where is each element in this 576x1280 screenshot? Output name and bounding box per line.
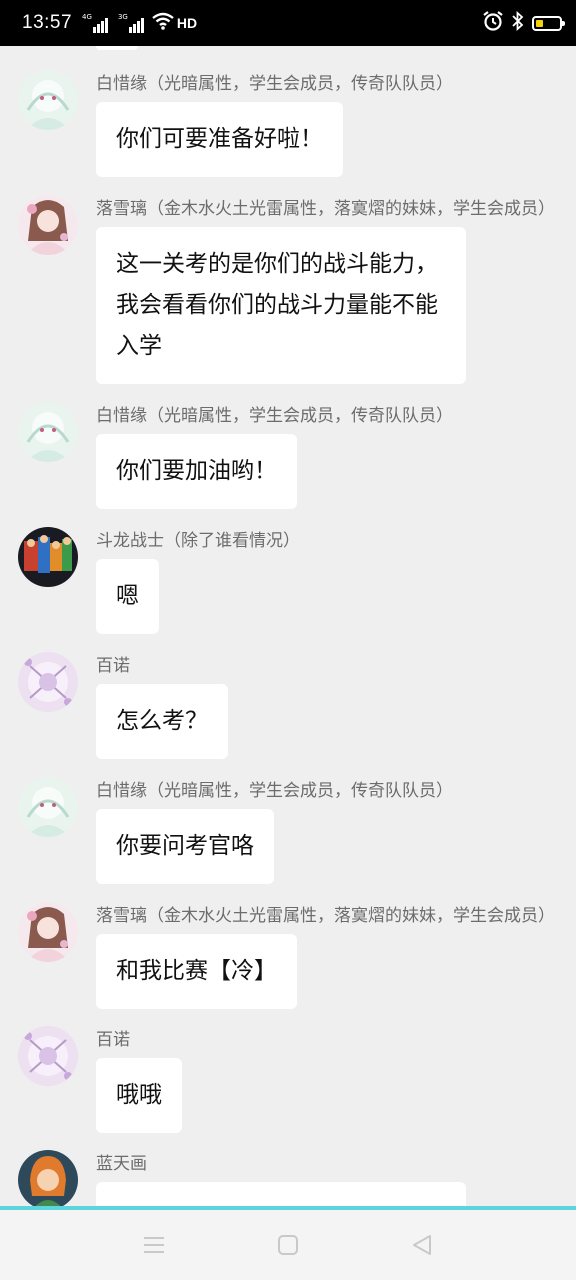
- message-bubble[interactable]: 你们要加油哟！: [96, 434, 297, 509]
- home-icon[interactable]: [275, 1232, 301, 1258]
- sender-name: 白惜缘（光暗属性，学生会成员，传奇队队员）: [96, 74, 453, 94]
- menu-icon[interactable]: [141, 1232, 167, 1258]
- girl-avatar-brown-hair[interactable]: [18, 195, 78, 255]
- girl-avatar-white[interactable]: [18, 70, 78, 130]
- girl-avatar-white[interactable]: [18, 777, 78, 837]
- status-bar: 13:57 4G 3G HD: [0, 0, 576, 46]
- chat-message-list[interactable]: 白惜缘（光暗属性，学生会成员，传奇队队员） 你们可要准备好啦！ 落雪璃（金木水火…: [0, 46, 576, 1206]
- sender-name: 百诺: [96, 656, 130, 676]
- message-bubble[interactable]: 哦哦: [96, 1058, 182, 1133]
- partial-message-bubble: [96, 46, 138, 50]
- hd-voice-icon: HD: [176, 15, 198, 31]
- system-navigation-bar: [0, 1210, 576, 1280]
- girl-avatar-white[interactable]: [18, 402, 78, 462]
- girl-avatar-purple[interactable]: [18, 1026, 78, 1086]
- sender-name: 白惜缘（光暗属性，学生会成员，传奇队队员）: [96, 406, 453, 426]
- back-icon[interactable]: [409, 1232, 435, 1258]
- group-avatar-dragon-warriors[interactable]: [18, 527, 78, 587]
- alarm-icon: [482, 10, 504, 36]
- message-bubble[interactable]: 你们可要准备好啦！: [96, 102, 343, 177]
- message-bubble[interactable]: 嗯: [96, 559, 159, 634]
- sender-name: 百诺: [96, 1030, 130, 1050]
- message-bubble[interactable]: 你要问考官咯: [96, 809, 274, 884]
- sender-name: 斗龙战士（除了谁看情况）: [96, 531, 300, 551]
- wifi-icon: [152, 12, 174, 34]
- status-time: 13:57: [22, 12, 73, 33]
- girl-avatar-brown-hair[interactable]: [18, 902, 78, 962]
- message-bubble[interactable]: 和我比赛【冷】: [96, 934, 297, 1009]
- sender-name: 白惜缘（光暗属性，学生会成员，传奇队队员）: [96, 781, 453, 801]
- sender-name: 落雪璃（金木水火土光雷属性，落寞熠的妹妹，学生会成员）: [96, 199, 555, 219]
- sender-name: 蓝天画: [96, 1154, 147, 1174]
- message-bubble[interactable]: 怎么考？: [96, 684, 228, 759]
- bluetooth-icon: [512, 10, 524, 35]
- signal-3g-icon: 3G: [118, 13, 144, 33]
- signal-4g-icon: 4G: [82, 13, 108, 33]
- girl-avatar-purple[interactable]: [18, 652, 78, 712]
- battery-icon: [532, 15, 565, 31]
- message-bubble[interactable]: [96, 1182, 466, 1206]
- message-bubble[interactable]: 这一关考的是你们的战斗能力，我会看看你们的战斗力量能不能入学: [96, 227, 466, 384]
- boy-avatar-orange-hair[interactable]: [18, 1150, 78, 1206]
- sender-name: 落雪璃（金木水火土光雷属性，落寞熠的妹妹，学生会成员）: [96, 906, 555, 926]
